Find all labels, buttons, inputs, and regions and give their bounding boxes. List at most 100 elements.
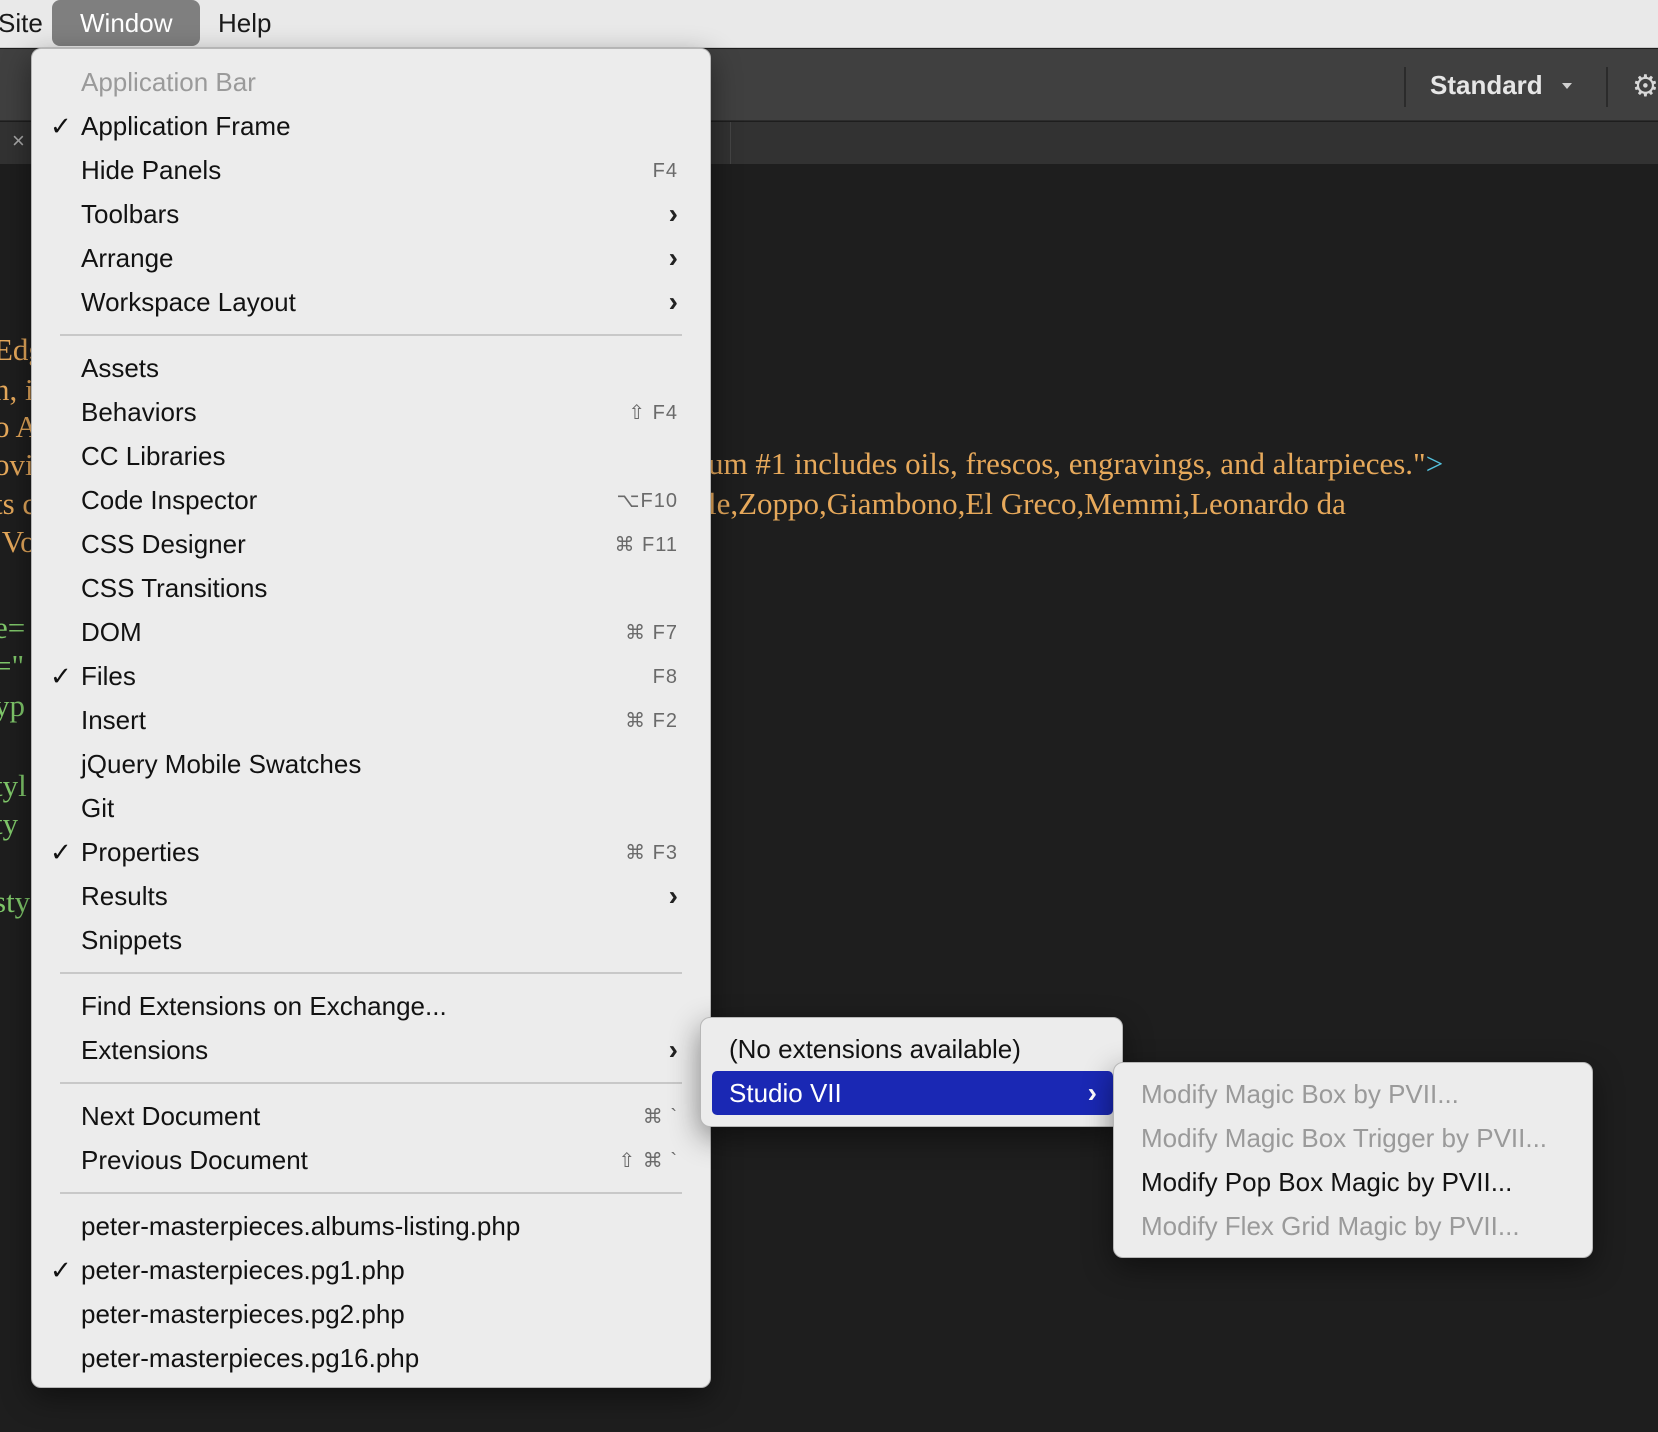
- menu-window[interactable]: Window: [52, 0, 201, 46]
- menu-item-label: Code Inspector: [81, 485, 258, 515]
- chevron-right-icon: ›: [668, 1034, 678, 1065]
- menu-item-label: peter-masterpieces.pg1.php: [81, 1255, 405, 1285]
- menu-item-files[interactable]: ✓ Files F8: [32, 654, 710, 698]
- menu-item-find-extensions[interactable]: Find Extensions on Exchange...: [32, 984, 710, 1028]
- menu-item-label: Modify Magic Box by PVII...: [1141, 1079, 1459, 1109]
- code-fragment: e=: [0, 610, 26, 645]
- menu-item-css-transitions[interactable]: CSS Transitions: [32, 566, 710, 610]
- menu-item-shortcut: ⌘ F2: [625, 710, 678, 732]
- menu-item-studio-vii[interactable]: Studio VII ›: [712, 1071, 1113, 1115]
- extensions-submenu: (No extensions available) Studio VII ›: [700, 1017, 1123, 1127]
- close-icon[interactable]: ×: [12, 128, 25, 154]
- checkmark-icon: ✓: [50, 661, 72, 691]
- menu-item-label: Toolbars: [81, 199, 180, 229]
- menu-item-shortcut: ⇧ ⌘ `: [618, 1150, 678, 1172]
- menu-item-arrange[interactable]: Arrange ›: [32, 236, 710, 280]
- menu-item-toolbars[interactable]: Toolbars ›: [32, 192, 710, 236]
- menu-item-workspace-layout[interactable]: Workspace Layout ›: [32, 280, 710, 324]
- chevron-right-icon: ›: [1087, 1077, 1097, 1108]
- menu-item-label: Extensions: [81, 1035, 209, 1065]
- menu-item-snippets[interactable]: Snippets: [32, 918, 710, 962]
- chevron-right-icon: ›: [668, 198, 678, 229]
- menu-item-css-designer[interactable]: CSS Designer ⌘ F11: [32, 522, 710, 566]
- menu-item-document[interactable]: peter-masterpieces.pg16.php: [32, 1336, 710, 1380]
- menu-item-properties[interactable]: ✓ Properties ⌘ F3: [32, 830, 710, 874]
- menu-item-document[interactable]: peter-masterpieces.pg2.php: [32, 1292, 710, 1336]
- menu-item-behaviors[interactable]: Behaviors ⇧ F4: [32, 390, 710, 434]
- menu-item-git[interactable]: Git: [32, 786, 710, 830]
- menu-item-insert[interactable]: Insert ⌘ F2: [32, 698, 710, 742]
- window-menu: Application Bar ✓ Application Frame Hide…: [31, 48, 711, 1388]
- menu-item-document[interactable]: peter-masterpieces.albums-listing.php: [32, 1204, 710, 1248]
- menu-item-modify-magic-box: Modify Magic Box by PVII...: [1114, 1072, 1592, 1116]
- menu-item-label: CSS Designer: [81, 529, 246, 559]
- chevron-right-icon: ›: [668, 880, 678, 911]
- menu-separator: [60, 334, 682, 336]
- code-line: um #1 includes oils, frescos, engravings…: [708, 446, 1443, 482]
- menu-item-modify-magic-box-trigger: Modify Magic Box Trigger by PVII...: [1114, 1116, 1592, 1160]
- menu-separator: [60, 1082, 682, 1084]
- workspace-switcher[interactable]: Standard: [1430, 49, 1543, 121]
- menu-item-modify-flex-grid-magic: Modify Flex Grid Magic by PVII...: [1114, 1204, 1592, 1248]
- menu-item-label: Hide Panels: [81, 155, 222, 185]
- chevron-right-icon: ›: [668, 242, 678, 273]
- menu-item-shortcut: ⌘ F11: [614, 534, 678, 556]
- menu-item-cc-libraries[interactable]: CC Libraries: [32, 434, 710, 478]
- menu-item-jquery-mobile-swatches[interactable]: jQuery Mobile Swatches: [32, 742, 710, 786]
- menu-item-label: Previous Document: [81, 1145, 308, 1175]
- caret-down-icon[interactable]: [1562, 83, 1572, 89]
- studio-vii-submenu: Modify Magic Box by PVII... Modify Magic…: [1113, 1062, 1593, 1258]
- menu-item-document[interactable]: ✓ peter-masterpieces.pg1.php: [32, 1248, 710, 1292]
- menu-item-modify-pop-box-magic[interactable]: Modify Pop Box Magic by PVII...: [1114, 1160, 1592, 1204]
- menu-item-shortcut: ⌥F10: [616, 490, 678, 512]
- gear-icon[interactable]: ⚙: [1632, 69, 1658, 104]
- checkmark-icon: ✓: [50, 1255, 72, 1285]
- menu-item-label: Find Extensions on Exchange...: [81, 991, 447, 1021]
- menu-item-dom[interactable]: DOM ⌘ F7: [32, 610, 710, 654]
- chevron-right-icon: ›: [668, 286, 678, 317]
- menubar: Site Window Help: [0, 0, 1658, 48]
- menu-item-shortcut: ⌘ F3: [625, 842, 678, 864]
- menu-item-shortcut: ⌘ F7: [625, 622, 678, 644]
- menu-separator: [60, 972, 682, 974]
- menu-item-application-frame[interactable]: ✓ Application Frame: [32, 104, 710, 148]
- toolbar-divider: [1606, 67, 1608, 107]
- code-fragment: tyl: [0, 768, 27, 803]
- code-fragment: =": [0, 648, 25, 683]
- menu-item-previous-document[interactable]: Previous Document ⇧ ⌘ `: [32, 1138, 710, 1182]
- menu-item-shortcut: F4: [652, 160, 678, 182]
- menu-item-results[interactable]: Results ›: [32, 874, 710, 918]
- menu-item-label: Workspace Layout: [81, 287, 296, 317]
- menu-item-shortcut: ⇧ F4: [628, 402, 678, 424]
- tab-divider: [730, 122, 731, 164]
- menu-item-label: Next Document: [81, 1101, 261, 1131]
- menu-item-label: peter-masterpieces.pg2.php: [81, 1299, 405, 1329]
- menu-item-label: Files: [81, 661, 136, 691]
- menu-item-next-document[interactable]: Next Document ⌘ `: [32, 1094, 710, 1138]
- menu-item-label: Modify Magic Box Trigger by PVII...: [1141, 1123, 1548, 1153]
- menu-item-code-inspector[interactable]: Code Inspector ⌥F10: [32, 478, 710, 522]
- code-string: um #1 includes oils, frescos, engravings…: [708, 446, 1426, 481]
- toolbar-divider: [1404, 67, 1406, 107]
- menu-item-label: DOM: [81, 617, 142, 647]
- menu-item-label: peter-masterpieces.pg16.php: [81, 1343, 420, 1373]
- menu-item-label: Behaviors: [81, 397, 197, 427]
- menu-item-assets[interactable]: Assets: [32, 346, 710, 390]
- code-tag-end: >: [1425, 446, 1444, 481]
- menu-item-label: peter-masterpieces.albums-listing.php: [81, 1211, 521, 1241]
- menu-item-label: CSS Transitions: [81, 573, 268, 603]
- menu-item-label: Results: [81, 881, 168, 911]
- menu-item-no-extensions: (No extensions available): [701, 1027, 1122, 1071]
- checkmark-icon: ✓: [50, 837, 72, 867]
- menu-help[interactable]: Help: [218, 0, 271, 48]
- menu-item-label: Application Bar: [81, 67, 256, 97]
- menu-item-label: Git: [81, 793, 115, 823]
- menu-item-hide-panels[interactable]: Hide Panels F4: [32, 148, 710, 192]
- menu-item-label: Snippets: [81, 925, 183, 955]
- menu-item-extensions[interactable]: Extensions ›: [32, 1028, 710, 1072]
- code-fragment: sty: [0, 884, 31, 919]
- menu-item-label: jQuery Mobile Swatches: [81, 749, 362, 779]
- code-fragment: n, i: [0, 372, 34, 407]
- menu-item-shortcut: F8: [652, 666, 678, 688]
- menu-site[interactable]: Site: [0, 0, 43, 48]
